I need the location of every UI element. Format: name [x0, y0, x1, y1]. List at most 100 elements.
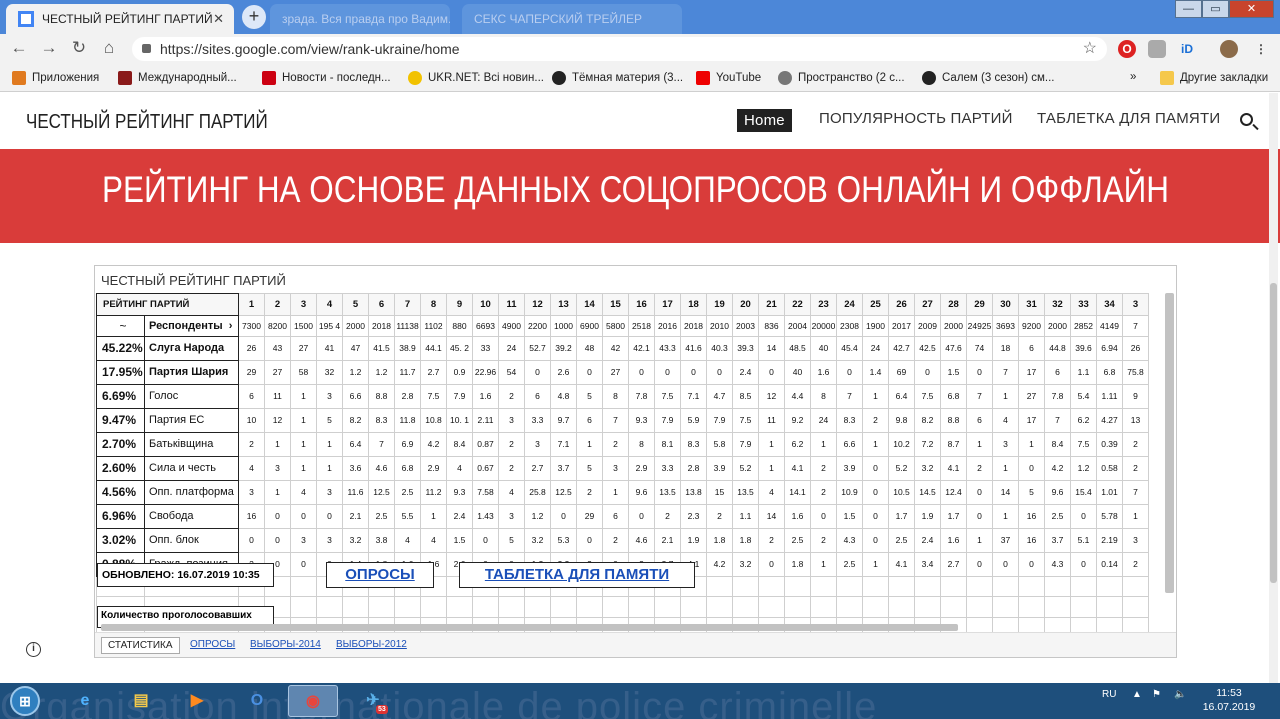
embedded-spreadsheet[interactable]: ЧЕСТНЫЙ РЕЙТИНГ ПАРТИЙ РЕЙТИНГ ПАРТИЙ 1 2 3… [94, 265, 1177, 658]
rating-cell: 7.5 [420, 383, 447, 409]
id-extension-icon[interactable]: iD [1178, 40, 1196, 58]
rating-cell: 1.8 [784, 551, 811, 577]
search-icon[interactable] [1240, 113, 1253, 126]
other-bookmarks[interactable]: Другие закладки [1160, 71, 1268, 85]
rating-cell: 14 [758, 503, 785, 529]
bookmark-item[interactable]: Новости - последн... [262, 71, 391, 85]
table-heading: РЕЙТИНГ ПАРТИЙ [96, 293, 239, 316]
volume-icon[interactable]: 🔈 [1174, 689, 1186, 700]
nav-popularity[interactable]: ПОПУЛЯРНОСТЬ ПАРТИЙ [819, 110, 1013, 127]
rating-cell: 7.5 [654, 383, 681, 409]
browser-tab-active[interactable]: ЧЕСТНЫЙ РЕЙТИНГ ПАРТИЙ ✕ [6, 4, 234, 34]
party-rating: 9.47% [96, 407, 145, 433]
bookmark-youtube[interactable]: YouTube [696, 71, 761, 85]
rating-cell: 7.1 [550, 431, 577, 457]
bookmark-apps[interactable]: Приложения [12, 71, 99, 85]
explorer-folder-icon[interactable]: ▤ [116, 685, 166, 717]
rating-cell: 3.9 [836, 455, 863, 481]
page-scroll-thumb[interactable] [1270, 283, 1277, 583]
tab-statistics[interactable]: СТАТИСТИКА [101, 637, 180, 654]
bookmark-star-icon[interactable]: ☆ [1083, 37, 1097, 61]
rating-cell: 5.8 [706, 431, 733, 457]
browser-tab-2[interactable]: зрада. Вся правда про Вадим... [270, 4, 450, 34]
rating-cell: 0 [966, 479, 993, 505]
new-tab-button[interactable]: + [242, 5, 266, 29]
telegram-icon[interactable]: ✈ 53 [348, 685, 398, 717]
system-clock[interactable]: 11:53 16.07.2019 [1196, 686, 1262, 714]
rating-cell: 11 [758, 407, 785, 433]
rating-cell: 1.5 [836, 503, 863, 529]
back-icon[interactable]: ← [8, 38, 30, 58]
media-player-icon[interactable]: ▶ [172, 685, 222, 717]
rating-cell: 6.2 [1070, 407, 1097, 433]
tab-polls[interactable]: ОПРОСЫ [184, 637, 241, 652]
bookmark-item[interactable]: Тёмная материя (3... [552, 71, 683, 85]
rating-cell: 47 [342, 335, 369, 361]
ie-icon[interactable]: e [60, 685, 110, 717]
rating-cell: 39.3 [732, 335, 759, 361]
bookmark-item[interactable]: Пространство (2 с... [778, 71, 905, 85]
column-number: 3 [290, 293, 317, 316]
rating-cell: 7 [1044, 407, 1071, 433]
home-icon[interactable]: ⌂ [98, 38, 120, 58]
minimize-button[interactable]: — [1175, 0, 1202, 18]
empty-cell [1096, 575, 1123, 597]
page-scrollbar[interactable] [1269, 93, 1278, 683]
more-bookmarks-icon[interactable]: » [1130, 71, 1136, 83]
bookmark-item[interactable]: UKR.NET: Всі новин... [408, 71, 544, 85]
rating-cell: 10.2 [888, 431, 915, 457]
rating-cell: 0.58 [1096, 455, 1123, 481]
bookmark-item[interactable]: Салем (3 сезон) см... [922, 71, 1055, 85]
tab-elections-2012[interactable]: ВЫБОРЫ-2012 [330, 637, 413, 652]
forward-icon[interactable]: → [38, 38, 60, 58]
tab-elections-2014[interactable]: ВЫБОРЫ-2014 [244, 637, 327, 652]
opera-extension-icon[interactable]: O [1118, 40, 1136, 58]
sheet-vertical-scrollbar[interactable] [1165, 293, 1174, 593]
close-window-button[interactable]: ✕ [1229, 0, 1274, 18]
rating-cell: 2 [862, 407, 889, 433]
rating-cell: 2.4 [446, 503, 473, 529]
close-tab-icon[interactable]: ✕ [213, 11, 224, 27]
browser-tab-3[interactable]: СЕКС ЧАПЕРСКИЙ ТРЕЙЛЕР [462, 4, 682, 34]
start-button[interactable]: ⊞ [10, 686, 40, 716]
rating-cell: 10.5 [888, 479, 915, 505]
party-rating: 4.56% [96, 479, 145, 505]
rating-cell: 0 [264, 527, 291, 553]
reload-icon[interactable]: ↻ [68, 38, 90, 58]
rating-cell: 4.4 [784, 383, 811, 409]
rating-cell: 0 [836, 359, 863, 385]
bookmark-item[interactable]: Международный... [118, 71, 237, 85]
menu-icon[interactable]: ⋮ [1252, 40, 1270, 58]
site-title[interactable]: ЧЕСТНЫЙ РЕЙТИНГ ПАРТИЙ [26, 111, 268, 134]
address-bar[interactable]: https://sites.google.com/view/rank-ukrai… [132, 37, 1107, 61]
memory-pill-link[interactable]: ТАБЛЕТКА ДЛЯ ПАМЯТИ [459, 562, 695, 588]
nav-memory-pill[interactable]: ТАБЛЕТКА ДЛЯ ПАМЯТИ [1037, 110, 1220, 127]
rating-cell: 2 [810, 455, 837, 481]
rating-cell: 3 [602, 455, 629, 481]
party-name: Сила и честь [144, 455, 239, 481]
respondents-cell: 4149 [1096, 315, 1123, 337]
sheet-horizontal-scrollbar[interactable] [101, 624, 958, 631]
nav-home[interactable]: Home [737, 109, 792, 132]
respondents-cell: 8200 [264, 315, 291, 337]
rating-cell: 6.4 [888, 383, 915, 409]
info-icon[interactable]: i [26, 642, 41, 657]
profile-avatar[interactable] [1220, 40, 1238, 58]
rating-cell: 26 [1122, 335, 1149, 361]
polls-link[interactable]: ОПРОСЫ [326, 562, 434, 588]
rating-cell: 1 [290, 383, 317, 409]
rating-cell: 4.2 [420, 431, 447, 457]
maximize-button[interactable]: ▭ [1202, 0, 1229, 18]
tray-arrow-icon[interactable]: ▲ [1132, 689, 1142, 700]
rating-cell: 7.5 [732, 407, 759, 433]
chrome-icon[interactable]: ◉ [288, 685, 338, 717]
rating-cell: 1.2 [1070, 455, 1097, 481]
party-rating: 2.60% [96, 455, 145, 481]
rating-cell: 10. 1 [446, 407, 473, 433]
outlook-icon[interactable]: O [232, 685, 282, 717]
sheet-tabs: СТАТИСТИКА ОПРОСЫ ВЫБОРЫ-2014 ВЫБОРЫ-201… [95, 632, 1176, 657]
network-icon[interactable]: ⚑ [1152, 689, 1161, 700]
extension-icon[interactable] [1148, 40, 1166, 58]
language-indicator[interactable]: RU [1102, 689, 1116, 700]
rating-cell: 52.7 [524, 335, 551, 361]
